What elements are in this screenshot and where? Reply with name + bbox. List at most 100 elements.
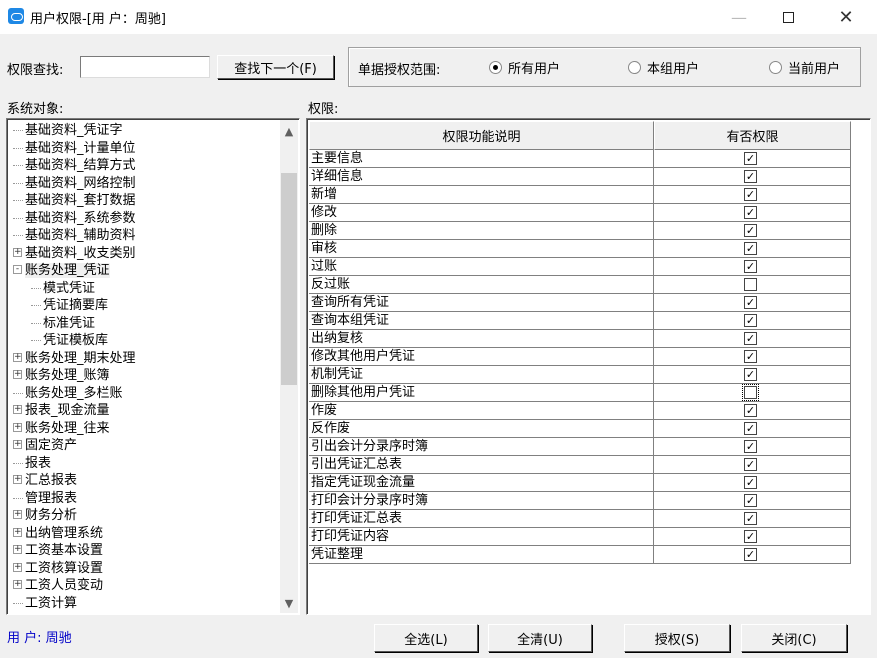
minimize-button[interactable]: — <box>716 0 762 34</box>
table-row[interactable]: 过账 ✓ <box>309 258 851 276</box>
expand-icon[interactable]: + <box>13 510 22 519</box>
table-row[interactable]: 机制凭证 ✓ <box>309 366 851 384</box>
expand-icon[interactable]: + <box>13 527 22 537</box>
expand-icon[interactable]: + <box>13 580 22 589</box>
checkbox-checked[interactable]: ✓ <box>744 260 757 273</box>
tree-item[interactable]: + 工资核算设置 <box>13 560 103 577</box>
search-input[interactable] <box>80 56 210 78</box>
checkbox-checked[interactable]: ✓ <box>744 548 757 561</box>
close-window-button[interactable]: ✕ <box>823 0 869 34</box>
table-row[interactable]: 出纳复核 ✓ <box>309 330 851 348</box>
table-row[interactable]: 打印会计分录序时簿 ✓ <box>309 492 851 510</box>
checkbox-checked[interactable]: ✓ <box>744 332 757 345</box>
table-row[interactable]: 审核 ✓ <box>309 240 851 258</box>
select-all-button[interactable]: 全选(L) <box>374 624 478 652</box>
expand-icon[interactable]: + <box>13 562 22 572</box>
tree-item[interactable]: 工资计算 <box>13 595 77 612</box>
tree-item[interactable]: 报表 <box>13 455 51 472</box>
tree-item[interactable]: 凭证模板库 <box>31 332 108 349</box>
expand-icon[interactable]: + <box>13 247 22 257</box>
scroll-thumb[interactable] <box>281 173 297 385</box>
tree-item[interactable]: + 账务处理_期末处理 <box>13 350 136 367</box>
tree-item[interactable]: + 账务处理_账簿 <box>13 367 110 384</box>
table-row[interactable]: 新增 ✓ <box>309 186 851 204</box>
checkbox-checked[interactable]: ✓ <box>744 368 757 381</box>
checkbox-unchecked[interactable] <box>744 278 757 291</box>
checkbox-checked[interactable]: ✓ <box>744 224 757 237</box>
checkbox-checked[interactable]: ✓ <box>744 458 757 471</box>
expand-icon[interactable]: + <box>13 405 22 414</box>
checkbox-checked[interactable]: ✓ <box>744 530 757 543</box>
table-row[interactable]: 查询所有凭证 ✓ <box>309 294 851 312</box>
table-row[interactable]: 打印凭证汇总表 ✓ <box>309 510 851 528</box>
checkbox-checked[interactable]: ✓ <box>744 476 757 489</box>
table-row[interactable]: 删除 ✓ <box>309 222 851 240</box>
table-row[interactable]: 主要信息 ✓ <box>309 150 851 168</box>
tree-item[interactable]: + 工资人员变动 <box>13 577 103 594</box>
tree-item[interactable]: + 基础资料_收支类别 <box>13 245 136 262</box>
table-row[interactable]: 删除其他用户凭证 <box>309 384 851 402</box>
checkbox-checked[interactable]: ✓ <box>744 206 757 219</box>
system-object-tree[interactable]: 基础资料_凭证字 基础资料_计量单位 基础资料_结算方式 基础资料_网络控制 基础资料_… <box>6 118 300 615</box>
table-row[interactable]: 引出凭证汇总表 ✓ <box>309 456 851 474</box>
close-button[interactable]: 关闭(C) <box>741 624 847 652</box>
tree-item[interactable]: 基础资料_系统参数 <box>13 210 136 227</box>
table-row[interactable]: 作废 ✓ <box>309 402 851 420</box>
table-row[interactable]: 修改 ✓ <box>309 204 851 222</box>
tree-item[interactable]: 基础资料_计量单位 <box>13 140 136 157</box>
checkbox-checked[interactable]: ✓ <box>744 170 757 183</box>
table-row[interactable]: 反过账 <box>309 276 851 294</box>
checkbox-checked[interactable]: ✓ <box>744 242 757 255</box>
checkbox-checked[interactable]: ✓ <box>744 440 757 453</box>
tree-item[interactable]: - 账务处理_凭证 <box>13 262 110 279</box>
tree-item[interactable]: + 账务处理_往来 <box>13 420 110 437</box>
expand-icon[interactable]: + <box>13 352 22 362</box>
clear-all-button[interactable]: 全清(U) <box>488 624 592 652</box>
checkbox-checked[interactable]: ✓ <box>744 188 757 201</box>
tree-item[interactable]: 基础资料_凭证字 <box>13 122 123 139</box>
table-row[interactable]: 详细信息 ✓ <box>309 168 851 186</box>
tree-item[interactable]: + 财务分析 <box>13 507 77 524</box>
expand-icon[interactable]: + <box>13 475 22 484</box>
column-header-description[interactable]: 权限功能说明 <box>309 121 654 150</box>
table-row[interactable]: 凭证整理 ✓ <box>309 546 851 564</box>
checkbox-unchecked[interactable] <box>742 384 759 401</box>
tree-item[interactable]: 基础资料_结算方式 <box>13 157 136 174</box>
checkbox-checked[interactable]: ✓ <box>744 350 757 363</box>
tree-item[interactable]: 标准凭证 <box>31 315 95 332</box>
expand-icon[interactable]: + <box>13 440 22 449</box>
radio-current-user[interactable]: 当前用户 <box>769 58 840 77</box>
collapse-icon[interactable]: - <box>13 265 22 274</box>
tree-item[interactable]: 基础资料_辅助资料 <box>13 227 136 244</box>
scroll-up-icon[interactable]: ▲ <box>280 123 298 140</box>
column-header-granted[interactable]: 有否权限 <box>654 121 851 150</box>
radio-all-users[interactable]: 所有用户 <box>489 58 560 77</box>
checkbox-checked[interactable]: ✓ <box>744 296 757 309</box>
table-row[interactable]: 引出会计分录序时簿 ✓ <box>309 438 851 456</box>
maximize-button[interactable] <box>765 0 811 34</box>
checkbox-checked[interactable]: ✓ <box>744 494 757 507</box>
checkbox-checked[interactable]: ✓ <box>744 404 757 417</box>
tree-item[interactable]: + 工资基本设置 <box>13 542 103 559</box>
tree-item[interactable]: 模式凭证 <box>31 280 95 297</box>
checkbox-checked[interactable]: ✓ <box>744 314 757 327</box>
table-row[interactable]: 修改其他用户凭证 ✓ <box>309 348 851 366</box>
table-row[interactable]: 查询本组凭证 ✓ <box>309 312 851 330</box>
scroll-down-icon[interactable]: ▼ <box>280 595 298 612</box>
tree-item[interactable]: 凭证摘要库 <box>31 297 108 314</box>
grant-button[interactable]: 授权(S) <box>624 624 730 652</box>
tree-item[interactable]: 账务处理_多栏账 <box>13 385 123 402</box>
tree-item[interactable]: + 汇总报表 <box>13 472 77 489</box>
table-row[interactable]: 指定凭证现金流量 ✓ <box>309 474 851 492</box>
expand-icon[interactable]: + <box>13 422 22 432</box>
tree-item[interactable]: 基础资料_网络控制 <box>13 175 136 192</box>
tree-item[interactable]: + 固定资产 <box>13 437 77 454</box>
table-row[interactable]: 反作废 ✓ <box>309 420 851 438</box>
table-row[interactable]: 打印凭证内容 ✓ <box>309 528 851 546</box>
radio-group-users[interactable]: 本组用户 <box>628 58 699 77</box>
find-next-button[interactable]: 查找下一个(F) <box>217 55 334 79</box>
tree-item[interactable]: 管理报表 <box>13 490 77 507</box>
checkbox-checked[interactable]: ✓ <box>744 152 757 165</box>
checkbox-checked[interactable]: ✓ <box>744 512 757 525</box>
expand-icon[interactable]: + <box>13 545 22 554</box>
